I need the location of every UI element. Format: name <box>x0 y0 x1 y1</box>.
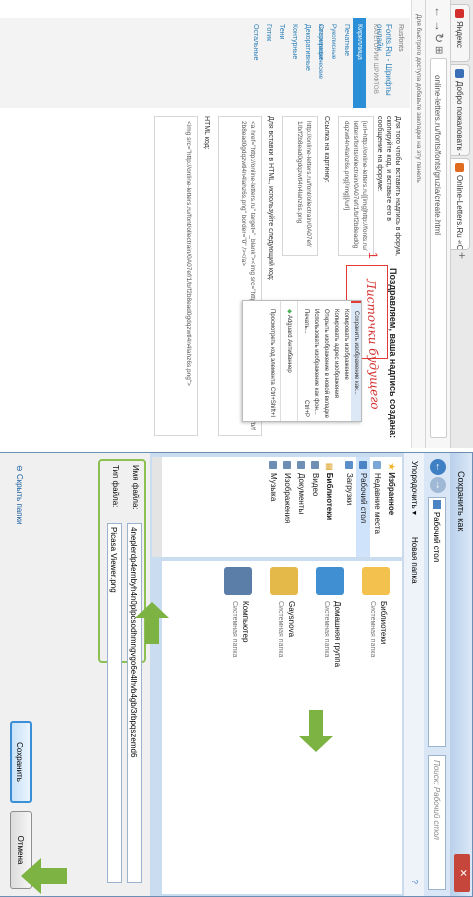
arrow-to-save <box>21 858 67 894</box>
screenshot-stage: Яндекс Добро пожаловать - Ros × Online-L… <box>0 0 473 897</box>
arrow-to-filename <box>135 602 169 644</box>
arrow-to-breadcrumb <box>299 710 333 752</box>
annotation-arrows <box>21 602 333 894</box>
